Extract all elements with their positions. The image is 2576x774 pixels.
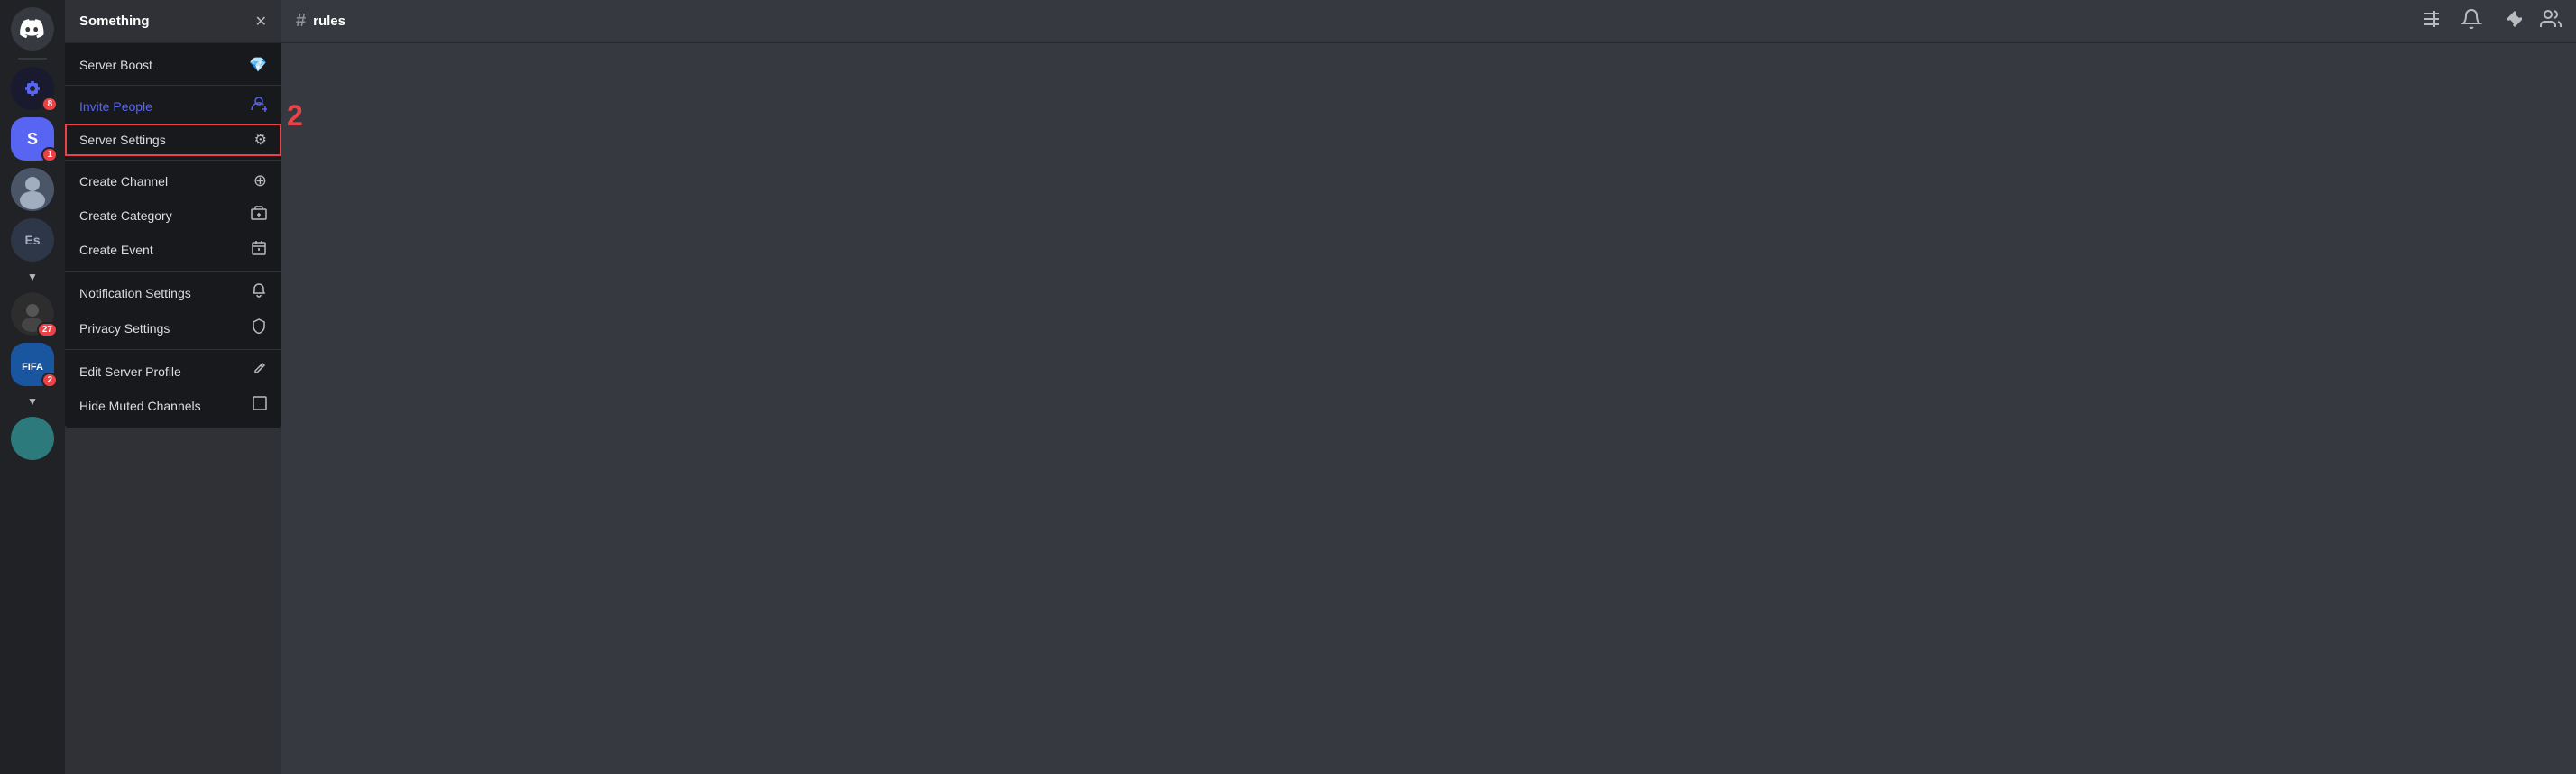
edit-server-profile-icon: [251, 361, 267, 382]
menu-item-notification-settings[interactable]: Notification Settings: [65, 275, 281, 310]
channel-hash-symbol: #: [296, 11, 306, 32]
menu-label-notification-settings: Notification Settings: [79, 286, 191, 300]
annotation-badge-2: 2: [287, 99, 303, 133]
server-icon-photo[interactable]: [11, 168, 54, 211]
menu-separator-2: [65, 160, 281, 161]
menu-separator-3: [65, 271, 281, 272]
menu-label-edit-server-profile: Edit Server Profile: [79, 364, 181, 379]
server-badge-fifa: 2: [41, 373, 58, 388]
menu-item-edit-server-profile[interactable]: Edit Server Profile: [65, 354, 281, 389]
server-badge-chip: 8: [41, 97, 58, 112]
menu-label-server-settings: Server Settings: [79, 133, 166, 147]
menu-item-create-event[interactable]: Create Event: [65, 233, 281, 267]
notification-settings-icon: [251, 282, 267, 303]
menu-item-create-channel[interactable]: Create Channel ⊕: [65, 164, 281, 198]
svg-text:FIFA: FIFA: [22, 362, 43, 373]
close-menu-button[interactable]: ✕: [255, 13, 267, 31]
invite-people-icon: [251, 97, 267, 116]
scroll-arrow-down2: ▼: [27, 393, 38, 410]
channel-name: rules: [313, 14, 345, 29]
member-list-icon[interactable]: [2540, 8, 2562, 35]
menu-label-server-boost: Server Boost: [79, 58, 152, 72]
menu-separator-4: [65, 349, 281, 350]
server-badge-s: 1: [41, 147, 58, 162]
menu-label-create-channel: Create Channel: [79, 174, 168, 189]
topbar: # rules: [281, 0, 2576, 43]
pin-icon[interactable]: [2500, 8, 2522, 35]
privacy-settings-icon: [251, 318, 267, 338]
server-list-divider: [18, 58, 47, 60]
channel-sidebar: Something ✕ Server Boost 💎 Invite People…: [65, 0, 281, 774]
server-settings-icon: ⚙: [254, 131, 267, 149]
scroll-arrow-down: ▼: [27, 269, 38, 285]
menu-item-invite-people[interactable]: Invite People: [65, 89, 281, 124]
menu-item-hide-muted-channels[interactable]: Hide Muted Channels: [65, 389, 281, 422]
chat-area: [281, 43, 2576, 774]
create-event-icon: [251, 240, 267, 260]
server-text-es: Es: [24, 233, 40, 247]
topbar-left: # rules: [296, 11, 345, 32]
server-icon-s[interactable]: S 1: [11, 117, 54, 161]
server-icon-teal[interactable]: [11, 417, 54, 460]
menu-label-invite-people: Invite People: [79, 99, 152, 114]
hide-muted-channels-icon: [253, 396, 267, 415]
notification-icon[interactable]: [2461, 8, 2482, 35]
server-name-bar[interactable]: Something ✕: [65, 0, 281, 43]
topbar-right: [2421, 8, 2562, 35]
server-icon-home[interactable]: [11, 7, 54, 51]
server-boost-icon: 💎: [249, 56, 267, 74]
main-content: # rules: [281, 0, 2576, 774]
server-icon-dark[interactable]: 27: [11, 292, 54, 336]
menu-item-privacy-settings[interactable]: Privacy Settings: [65, 310, 281, 346]
menu-item-server-settings[interactable]: Server Settings ⚙: [65, 124, 281, 156]
create-category-icon: [251, 205, 267, 226]
server-icon-chip[interactable]: 8: [11, 67, 54, 110]
menu-item-create-category[interactable]: Create Category: [65, 198, 281, 233]
menu-item-server-boost[interactable]: Server Boost 💎: [65, 49, 281, 81]
menu-label-create-category: Create Category: [79, 208, 172, 223]
menu-label-create-event: Create Event: [79, 243, 153, 257]
threads-icon[interactable]: [2421, 8, 2443, 35]
server-name: Something: [79, 14, 150, 29]
menu-label-privacy-settings: Privacy Settings: [79, 321, 170, 336]
menu-separator-1: [65, 85, 281, 86]
server-letter-s: S: [27, 130, 38, 149]
server-icon-es[interactable]: Es: [11, 218, 54, 262]
server-badge-dark: 27: [37, 322, 58, 337]
server-list: 8 S 1 Es ▼ 27: [0, 0, 65, 774]
menu-label-hide-muted-channels: Hide Muted Channels: [79, 399, 201, 413]
server-icon-fifa[interactable]: FIFA 2: [11, 343, 54, 386]
create-channel-icon: ⊕: [253, 171, 267, 190]
context-menu: Server Boost 💎 Invite People Server Sett…: [65, 43, 281, 428]
